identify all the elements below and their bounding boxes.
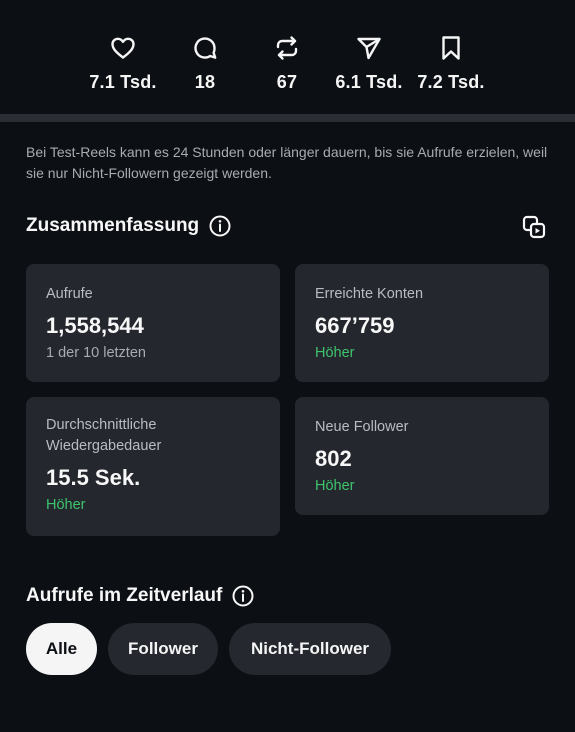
reached-accounts-trend: Höher <box>315 345 355 361</box>
copy-icon[interactable] <box>521 214 547 240</box>
saves-stat[interactable]: 7.2 Tsd. <box>396 34 506 93</box>
new-followers-trend: Höher <box>315 478 355 494</box>
repost-icon <box>273 34 301 62</box>
engagement-stats-row: 7.1 Tsd. 18 67 6.1 Tsd. 7.2 Tsd. <box>0 0 575 112</box>
new-followers-label: Neue Follower <box>315 419 409 435</box>
test-reel-notice: Bei Test-Reels kann es 24 Stunden oder l… <box>26 144 548 181</box>
views-label: Aufrufe <box>46 286 93 302</box>
share-icon <box>355 34 383 62</box>
saves-count: 7.2 Tsd. <box>417 72 485 92</box>
info-icon[interactable] <box>209 215 231 237</box>
summary-title: Zusammenfassung <box>26 215 231 237</box>
watch-time-trend: Höher <box>46 497 86 513</box>
summary-title-text: Zusammenfassung <box>26 215 200 236</box>
reached-accounts-value: 667’759 <box>315 313 395 338</box>
new-followers-value: 802 <box>315 446 352 471</box>
section-divider <box>0 114 575 122</box>
comment-icon <box>191 34 219 62</box>
filter-chip-followers[interactable]: Follower <box>108 623 218 675</box>
watch-time-label: Durchschnittliche Wiedergabedauer <box>46 417 162 454</box>
filter-chip-non-followers[interactable]: Nicht-Follower <box>229 623 391 675</box>
info-icon[interactable] <box>232 585 254 607</box>
views-over-time-title: Aufrufe im Zeitverlauf <box>26 585 254 607</box>
reached-accounts-label: Erreichte Konten <box>315 286 424 302</box>
watch-time-value: 15.5 Sek. <box>46 465 141 490</box>
filter-chip-all[interactable]: Alle <box>26 623 97 675</box>
views-card: Aufrufe 1,558,544 1 der 10 letzten <box>26 264 280 382</box>
views-value: 1,558,544 <box>46 313 144 338</box>
views-over-time-title-text: Aufrufe im Zeitverlauf <box>26 585 223 606</box>
reached-accounts-card: Erreichte Konten 667’759 Höher <box>295 264 549 382</box>
heart-icon <box>109 34 137 62</box>
views-rank: 1 der 10 letzten <box>46 345 146 361</box>
watch-time-card: Durchschnittliche Wiedergabedauer 15.5 S… <box>26 397 280 536</box>
bookmark-icon <box>437 34 465 62</box>
new-followers-card: Neue Follower 802 Höher <box>295 397 549 515</box>
